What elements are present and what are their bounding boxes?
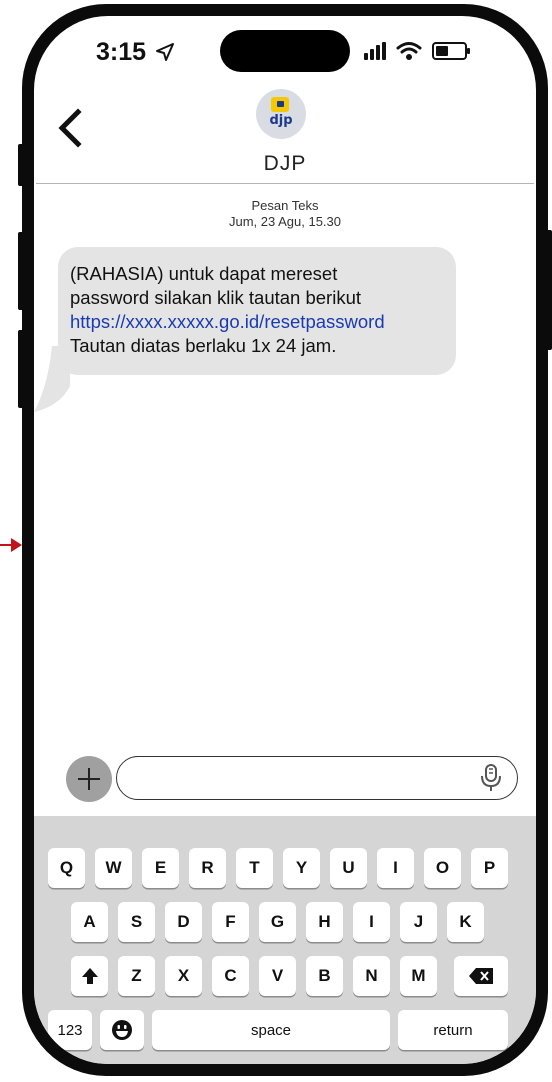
key-k[interactable]: K — [447, 902, 484, 942]
key-x[interactable]: X — [165, 956, 202, 996]
status-time-text: 3:15 — [96, 38, 147, 66]
message-line-1: (RAHASIA) untuk dapat mereset — [70, 263, 338, 284]
numbers-key[interactable]: 123 — [48, 1010, 92, 1050]
key-y[interactable]: Y — [283, 848, 320, 888]
key-r[interactable]: R — [189, 848, 226, 888]
reset-password-link[interactable]: https://xxxx.xxxxx.go.id/resetpassword — [70, 310, 460, 334]
back-chevron-icon[interactable] — [56, 108, 86, 148]
key-v[interactable]: V — [259, 956, 296, 996]
key-f[interactable]: F — [212, 902, 249, 942]
volume-down-button — [18, 330, 24, 408]
cellular-signal-icon — [364, 42, 386, 60]
dynamic-island — [220, 30, 350, 72]
key-i-2[interactable]: I — [353, 902, 390, 942]
key-d[interactable]: D — [165, 902, 202, 942]
avatar-text: djp — [269, 113, 293, 128]
contact-name[interactable]: DJP — [34, 152, 536, 176]
volume-up-button — [18, 232, 24, 310]
key-c[interactable]: C — [212, 956, 249, 996]
message-text: (RAHASIA) untuk dapat mereset password s… — [70, 262, 460, 358]
key-u[interactable]: U — [330, 848, 367, 888]
backspace-icon — [469, 968, 493, 984]
header-divider — [36, 183, 534, 184]
phone-frame: 3:15 djp DJP Pesan Teks Jum, 23 Agu, 15.… — [18, 4, 552, 1076]
message-input[interactable] — [116, 756, 518, 800]
pointer-arrow-icon — [0, 538, 22, 552]
key-n[interactable]: N — [353, 956, 390, 996]
return-key[interactable]: return — [398, 1010, 508, 1050]
contact-avatar[interactable]: djp — [256, 89, 306, 139]
key-m[interactable]: M — [400, 956, 437, 996]
message-meta: Pesan Teks Jum, 23 Agu, 15.30 — [34, 198, 536, 230]
key-z[interactable]: Z — [118, 956, 155, 996]
mute-switch — [18, 144, 24, 186]
message-type-label: Pesan Teks — [251, 198, 319, 213]
key-a[interactable]: A — [71, 902, 108, 942]
emoji-key[interactable] — [100, 1010, 144, 1050]
keyboard: Q W E R T Y U I O P A S D F G H I J K Z … — [34, 816, 536, 1064]
message-line-2: password silakan klik tautan berikut — [70, 287, 362, 308]
microphone-icon[interactable] — [480, 764, 502, 792]
space-key[interactable]: space — [152, 1010, 390, 1050]
battery-icon — [432, 42, 470, 60]
plus-icon-vertical — [88, 768, 90, 790]
key-i[interactable]: I — [377, 848, 414, 888]
shift-key[interactable] — [71, 956, 108, 996]
location-arrow-icon — [156, 43, 174, 61]
djp-logo-inner — [277, 101, 284, 107]
status-icons — [364, 38, 472, 64]
backspace-key[interactable] — [454, 956, 508, 996]
key-e[interactable]: E — [142, 848, 179, 888]
shift-arrow-icon — [81, 968, 98, 984]
key-q[interactable]: Q — [48, 848, 85, 888]
key-h[interactable]: H — [306, 902, 343, 942]
key-g[interactable]: G — [259, 902, 296, 942]
emoji-smiley-icon — [112, 1020, 132, 1040]
message-date: Jum, 23 Agu, 15.30 — [228, 214, 342, 229]
key-s[interactable]: S — [118, 902, 155, 942]
phone-screen: 3:15 djp DJP Pesan Teks Jum, 23 Agu, 15.… — [34, 16, 536, 1064]
power-button — [546, 230, 552, 350]
key-t[interactable]: T — [236, 848, 273, 888]
key-b[interactable]: B — [306, 956, 343, 996]
add-attachment-button[interactable] — [66, 756, 112, 802]
status-time: 3:15 — [96, 38, 175, 67]
wifi-icon — [396, 42, 422, 60]
key-j[interactable]: J — [400, 902, 437, 942]
key-p[interactable]: P — [471, 848, 508, 888]
key-w[interactable]: W — [95, 848, 132, 888]
message-line-4: Tautan diatas berlaku 1x 24 jam. — [70, 335, 337, 356]
key-o[interactable]: O — [424, 848, 461, 888]
